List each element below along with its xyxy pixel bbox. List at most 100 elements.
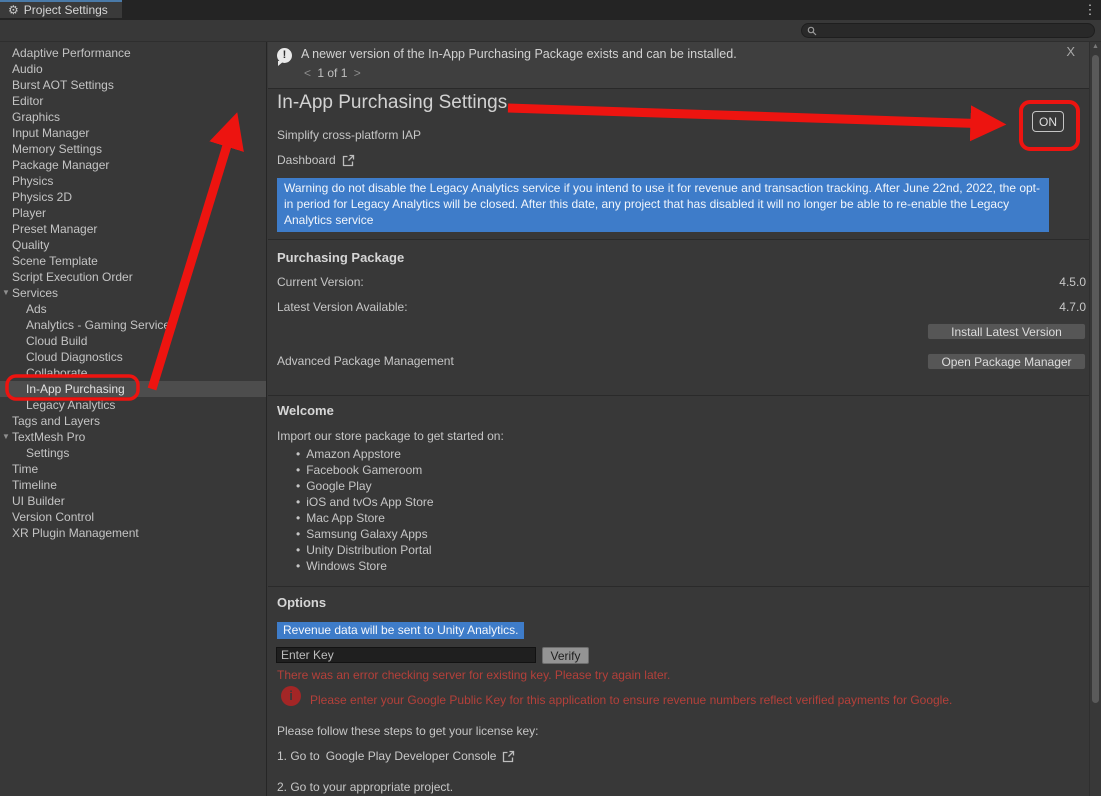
store-name: Unity Distribution Portal xyxy=(306,543,431,557)
sidebar-item-cloud-build[interactable]: Cloud Build xyxy=(0,333,266,349)
open-package-manager-button[interactable]: Open Package Manager xyxy=(927,353,1086,370)
sidebar-item-label: Editor xyxy=(12,93,43,109)
sidebar-item-label: Preset Manager xyxy=(12,221,97,237)
sidebar-item-scene-template[interactable]: Scene Template xyxy=(0,253,266,269)
sidebar-item-time[interactable]: Time xyxy=(0,461,266,477)
server-error-text: There was an error checking server for e… xyxy=(277,668,670,682)
sidebar-item-label: Physics xyxy=(12,173,53,189)
scrollbar-thumb[interactable] xyxy=(1092,55,1099,703)
sidebar-item-label: Services xyxy=(12,285,58,301)
sidebar-item-label: Script Execution Order xyxy=(12,269,133,285)
sidebar-item-label: Cloud Diagnostics xyxy=(26,349,123,365)
sidebar-item-ui-builder[interactable]: UI Builder xyxy=(0,493,266,509)
welcome-heading: Welcome xyxy=(277,403,334,418)
sidebar-item-label: Quality xyxy=(12,237,49,253)
sidebar-item-script-execution-order[interactable]: Script Execution Order xyxy=(0,269,266,285)
verify-button[interactable]: Verify xyxy=(542,647,589,664)
sidebar-item-label: Audio xyxy=(12,61,43,77)
revenue-analytics-note: Revenue data will be sent to Unity Analy… xyxy=(277,622,524,639)
store-list-item: •Windows Store xyxy=(296,558,434,574)
project-settings-window: ⚙ Project Settings ⋮ Adaptive Performanc… xyxy=(0,0,1101,796)
sidebar-item-timeline[interactable]: Timeline xyxy=(0,477,266,493)
sidebar-item-label: Legacy Analytics xyxy=(26,397,115,413)
sidebar-item-label: Adaptive Performance xyxy=(12,45,131,61)
external-link-icon xyxy=(342,154,355,167)
sidebar-item-graphics[interactable]: Graphics xyxy=(0,109,266,125)
pager-prev-icon[interactable]: < xyxy=(301,66,314,80)
kebab-menu-icon[interactable]: ⋮ xyxy=(1083,1,1097,18)
sidebar-item-label: Tags and Layers xyxy=(12,413,100,429)
google-key-warning-text: Please enter your Google Public Key for … xyxy=(310,693,1080,707)
sidebar-item-burst-aot-settings[interactable]: Burst AOT Settings xyxy=(0,77,266,93)
sidebar-item-label: Collaborate xyxy=(26,365,87,381)
pager-text: 1 of 1 xyxy=(317,66,347,80)
store-name: Mac App Store xyxy=(306,511,385,525)
sidebar-item-quality[interactable]: Quality xyxy=(0,237,266,253)
sidebar-item-physics-2d[interactable]: Physics 2D xyxy=(0,189,266,205)
sidebar-item-package-manager[interactable]: Package Manager xyxy=(0,157,266,173)
bullet-icon: • xyxy=(296,447,300,461)
step1-row: 1. Go to Google Play Developer Console xyxy=(277,749,515,763)
store-list-item: •Facebook Gameroom xyxy=(296,462,434,478)
sidebar-item-label: Memory Settings xyxy=(12,141,102,157)
sidebar-item-tags-and-layers[interactable]: Tags and Layers xyxy=(0,413,266,429)
advanced-package-management-label: Advanced Package Management xyxy=(277,354,454,368)
pager-next-icon[interactable]: > xyxy=(351,66,364,80)
notification-bar: ! A newer version of the In-App Purchasi… xyxy=(268,42,1089,89)
sidebar-item-input-manager[interactable]: Input Manager xyxy=(0,125,266,141)
store-list: •Amazon Appstore•Facebook Gameroom•Googl… xyxy=(296,446,434,574)
tab-project-settings[interactable]: ⚙ Project Settings xyxy=(0,0,122,18)
sidebar-item-legacy-analytics[interactable]: Legacy Analytics xyxy=(0,397,266,413)
scroll-up-icon[interactable]: ▲ xyxy=(1090,43,1101,50)
sidebar-item-memory-settings[interactable]: Memory Settings xyxy=(0,141,266,157)
sidebar-item-version-control[interactable]: Version Control xyxy=(0,509,266,525)
gear-icon: ⚙ xyxy=(8,4,19,16)
store-list-item: • Amazon Appstore xyxy=(296,446,434,462)
sidebar-item-editor[interactable]: Editor xyxy=(0,93,266,109)
dashboard-link[interactable]: Dashboard xyxy=(277,153,355,167)
bullet-icon: • xyxy=(296,559,300,573)
sidebar-item-label: Burst AOT Settings xyxy=(12,77,114,93)
page-title: In-App Purchasing Settings xyxy=(277,92,507,114)
current-version-label: Current Version: xyxy=(277,275,364,289)
foldout-triangle-icon[interactable]: ▼ xyxy=(2,285,10,301)
notification-message: A newer version of the In-App Purchasing… xyxy=(301,47,737,61)
sidebar-item-xr-plugin-management[interactable]: XR Plugin Management xyxy=(0,525,266,541)
sidebar-item-label: Graphics xyxy=(12,109,60,125)
google-play-console-link[interactable]: Google Play Developer Console xyxy=(326,749,497,763)
sidebar-item-label: Version Control xyxy=(12,509,94,525)
store-name: Google Play xyxy=(306,479,371,493)
close-icon[interactable]: X xyxy=(1066,44,1075,59)
sidebar-item-adaptive-performance[interactable]: Adaptive Performance xyxy=(0,45,266,61)
service-on-toggle[interactable]: ON xyxy=(1032,111,1064,132)
sidebar-item-label: Time xyxy=(12,461,38,477)
sidebar-item-analytics-gaming-services[interactable]: Analytics - Gaming Services xyxy=(0,317,266,333)
step1-prefix: 1. Go to xyxy=(277,749,320,763)
store-name: Amazon Appstore xyxy=(306,447,401,461)
sidebar-item-label: XR Plugin Management xyxy=(12,525,139,541)
sidebar-item-collaborate[interactable]: Collaborate xyxy=(0,365,266,381)
sidebar-item-preset-manager[interactable]: Preset Manager xyxy=(0,221,266,237)
sidebar-item-settings[interactable]: Settings xyxy=(0,445,266,461)
google-key-input[interactable] xyxy=(276,647,536,663)
main-panel: ! A newer version of the In-App Purchasi… xyxy=(268,42,1089,796)
sidebar-item-ads[interactable]: Ads xyxy=(0,301,266,317)
sidebar-item-services[interactable]: ▼Services xyxy=(0,285,266,301)
sidebar-item-textmesh-pro[interactable]: ▼TextMesh Pro xyxy=(0,429,266,445)
external-link-icon[interactable] xyxy=(502,750,515,763)
bullet-icon: • xyxy=(296,527,300,541)
sidebar-item-player[interactable]: Player xyxy=(0,205,266,221)
search-box[interactable] xyxy=(801,23,1095,38)
dashboard-label: Dashboard xyxy=(277,153,336,167)
sidebar-item-audio[interactable]: Audio xyxy=(0,61,266,77)
install-latest-version-button[interactable]: Install Latest Version xyxy=(927,323,1086,340)
search-input[interactable] xyxy=(817,25,1085,37)
sidebar-item-label: Scene Template xyxy=(12,253,98,269)
sidebar-item-physics[interactable]: Physics xyxy=(0,173,266,189)
step2-text: 2. Go to your appropriate project. xyxy=(277,780,453,794)
foldout-triangle-icon[interactable]: ▼ xyxy=(2,429,10,445)
sidebar-item-cloud-diagnostics[interactable]: Cloud Diagnostics xyxy=(0,349,266,365)
vertical-scrollbar: ▲ xyxy=(1089,42,1101,796)
sidebar-item-in-app-purchasing[interactable]: In-App Purchasing xyxy=(0,381,266,397)
purchasing-package-heading: Purchasing Package xyxy=(277,250,404,265)
